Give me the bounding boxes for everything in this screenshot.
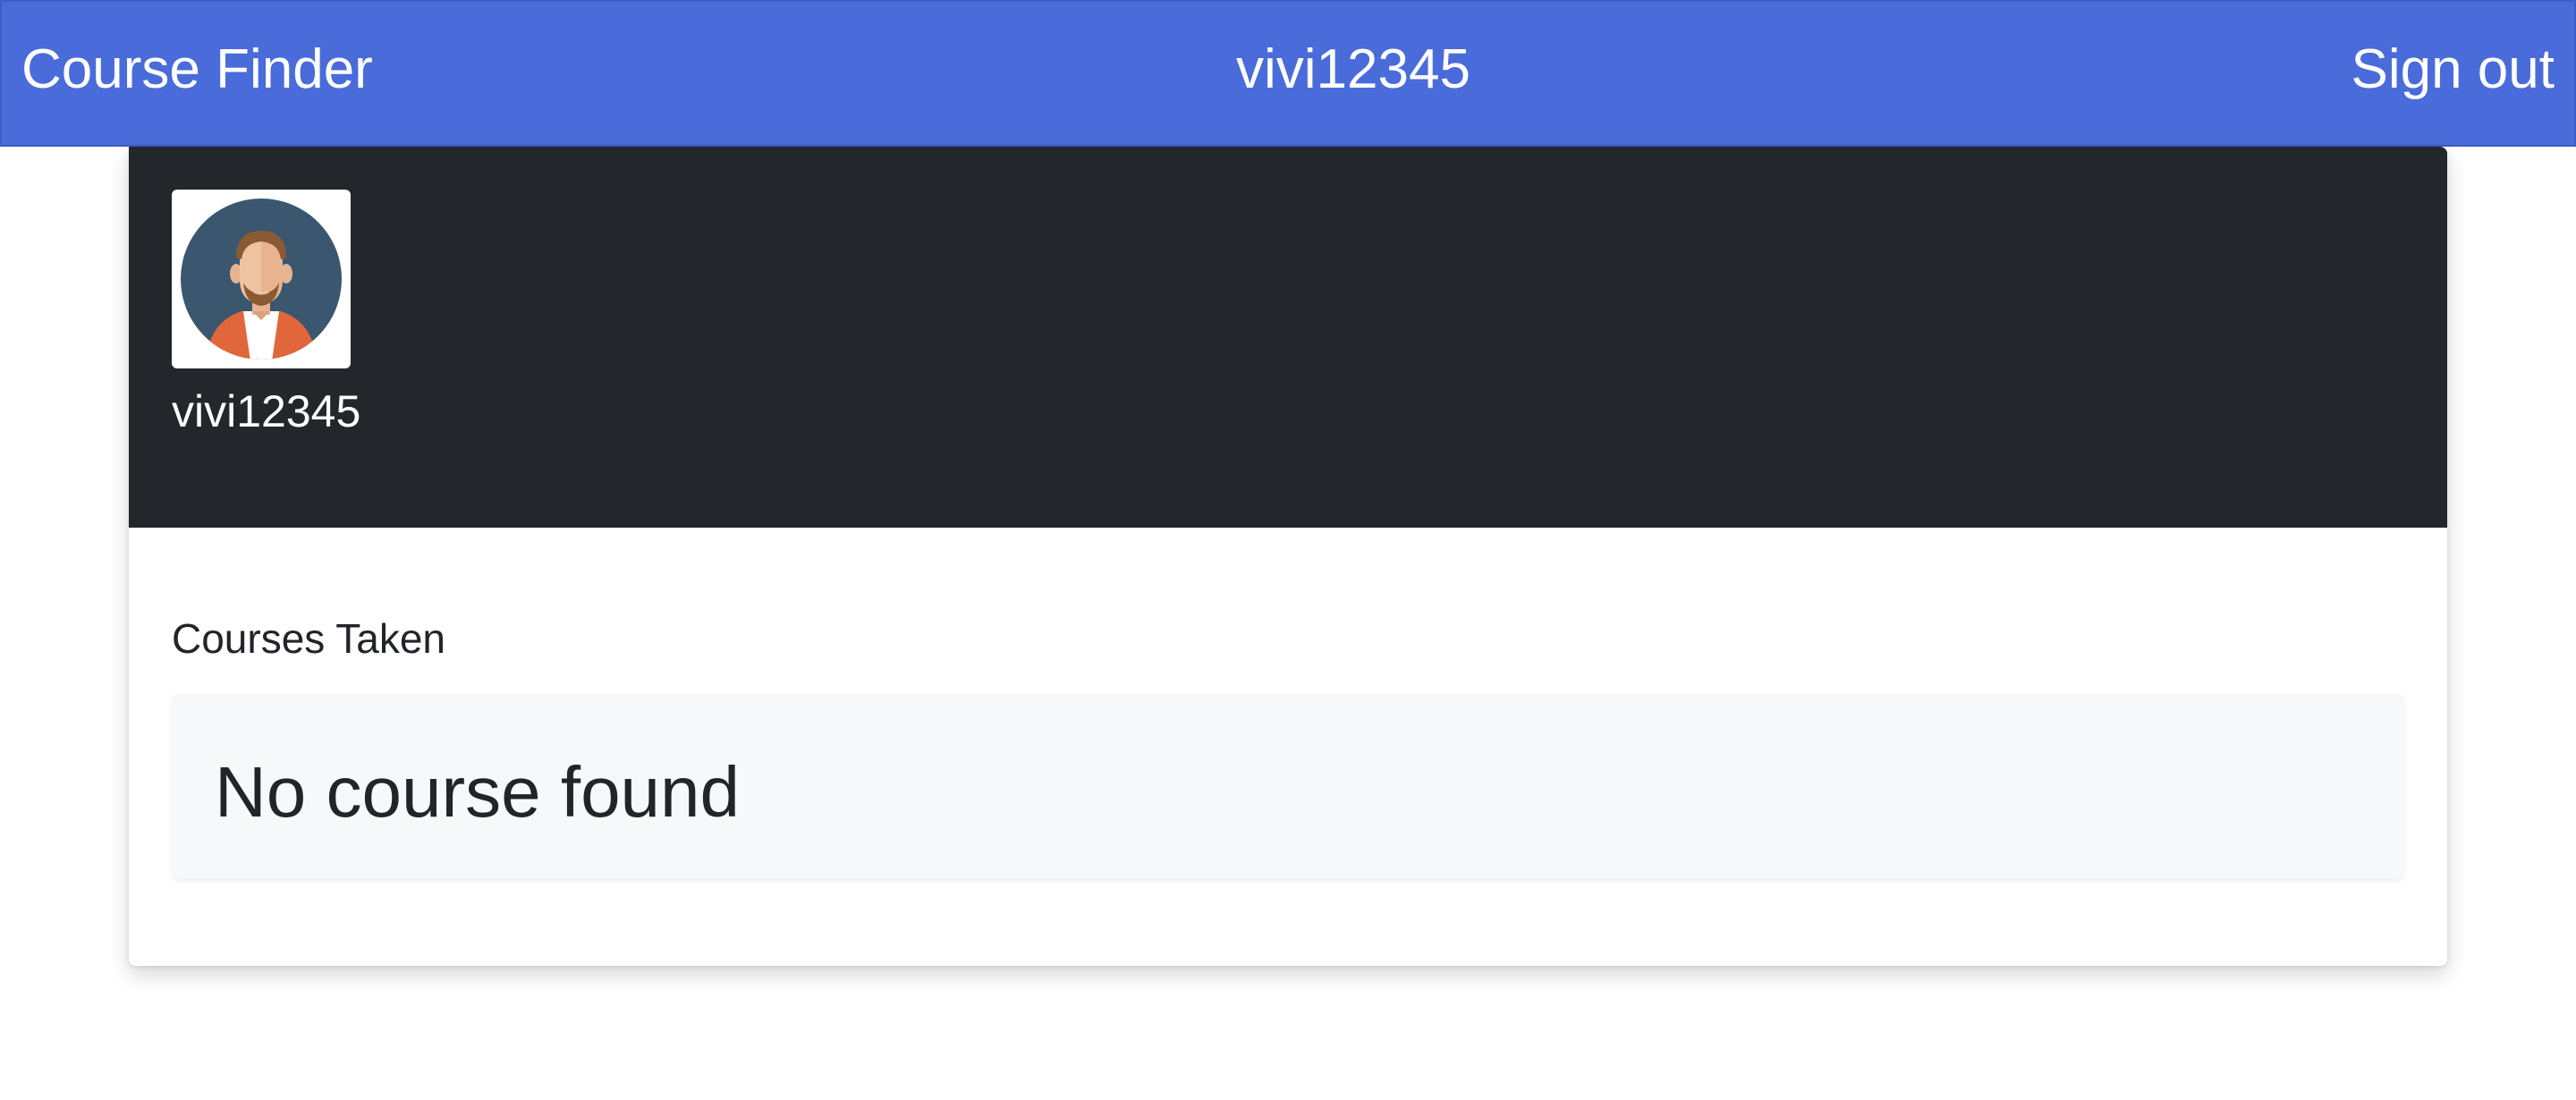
profile-header: vivi12345: [129, 147, 2447, 528]
empty-message: No course found: [215, 752, 741, 832]
navbar-username: vivi12345: [1236, 38, 1470, 100]
courses-empty-state: No course found: [172, 694, 2404, 878]
user-avatar-icon: [181, 199, 342, 360]
top-navbar: Course Finder vivi12345 Sign out: [0, 0, 2576, 147]
avatar: [172, 190, 351, 368]
profile-username: vivi12345: [172, 386, 361, 436]
courses-taken-heading: Courses Taken: [172, 615, 445, 662]
sign-out-link[interactable]: Sign out: [2351, 34, 2555, 106]
profile-card: vivi12345 Courses Taken No course found: [129, 147, 2447, 966]
brand-link[interactable]: Course Finder: [21, 34, 373, 106]
